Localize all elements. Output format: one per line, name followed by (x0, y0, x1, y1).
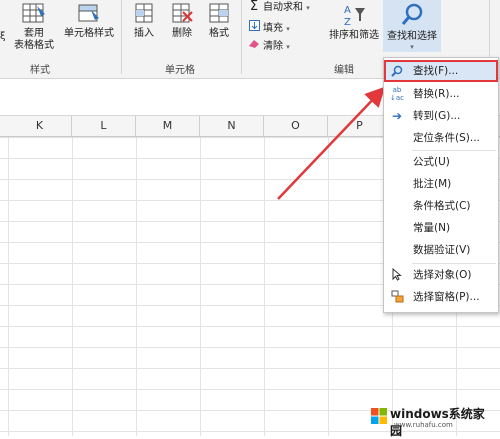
menu-item-label: 定位条件(S)... (413, 132, 480, 144)
find-select-menu: 查找(F)... ab ↓ac 替换(R)... ➔ 转到(G)... 定位条件(… (383, 57, 499, 313)
menu-item-label: 公式(U) (413, 156, 450, 168)
menu-item-comments[interactable]: 批注(M) (384, 173, 498, 195)
menu-item-label: 批注(M) (413, 178, 452, 190)
menu-item-find[interactable]: 查找(F)... (384, 60, 498, 82)
menu-item-constants[interactable]: 常量(N) (384, 217, 498, 239)
menu-item-conditional-format[interactable]: 条件格式(C) (384, 195, 498, 217)
menu-item-label: 选择窗格(P)... (413, 291, 480, 303)
menu-item-label: 条件格式(C) (413, 200, 471, 212)
menu-item-label: 转到(G)... (413, 110, 461, 122)
menu-item-label: 数据验证(V) (413, 244, 471, 256)
menu-item-goto[interactable]: ➔ 转到(G)... (384, 105, 498, 127)
search-icon (389, 60, 405, 82)
menu-item-select-objects[interactable]: 选择对象(O) (384, 264, 498, 286)
menu-item-label: 选择对象(O) (413, 269, 472, 281)
watermark-url: www.ruhafu.com (394, 421, 453, 429)
menu-item-formulas[interactable]: 公式(U) (384, 151, 498, 173)
pointer-icon (389, 264, 405, 286)
watermark: windows系统家园 www.ruhafu.com (368, 404, 496, 438)
menu-item-replace[interactable]: ab ↓ac 替换(R)... (384, 83, 498, 105)
menu-item-label: 常量(N) (413, 222, 451, 234)
goto-arrow-icon: ➔ (391, 109, 403, 123)
menu-item-label: 查找(F)... (413, 65, 459, 77)
menu-item-data-validation[interactable]: 数据验证(V) (384, 239, 498, 261)
selection-pane-icon (389, 286, 405, 308)
menu-item-label: 替换(R)... (413, 88, 460, 100)
menu-item-goto-special[interactable]: 定位条件(S)... (384, 127, 498, 149)
windows-logo-icon (371, 408, 387, 424)
menu-item-selection-pane[interactable]: 选择窗格(P)... (384, 286, 498, 308)
